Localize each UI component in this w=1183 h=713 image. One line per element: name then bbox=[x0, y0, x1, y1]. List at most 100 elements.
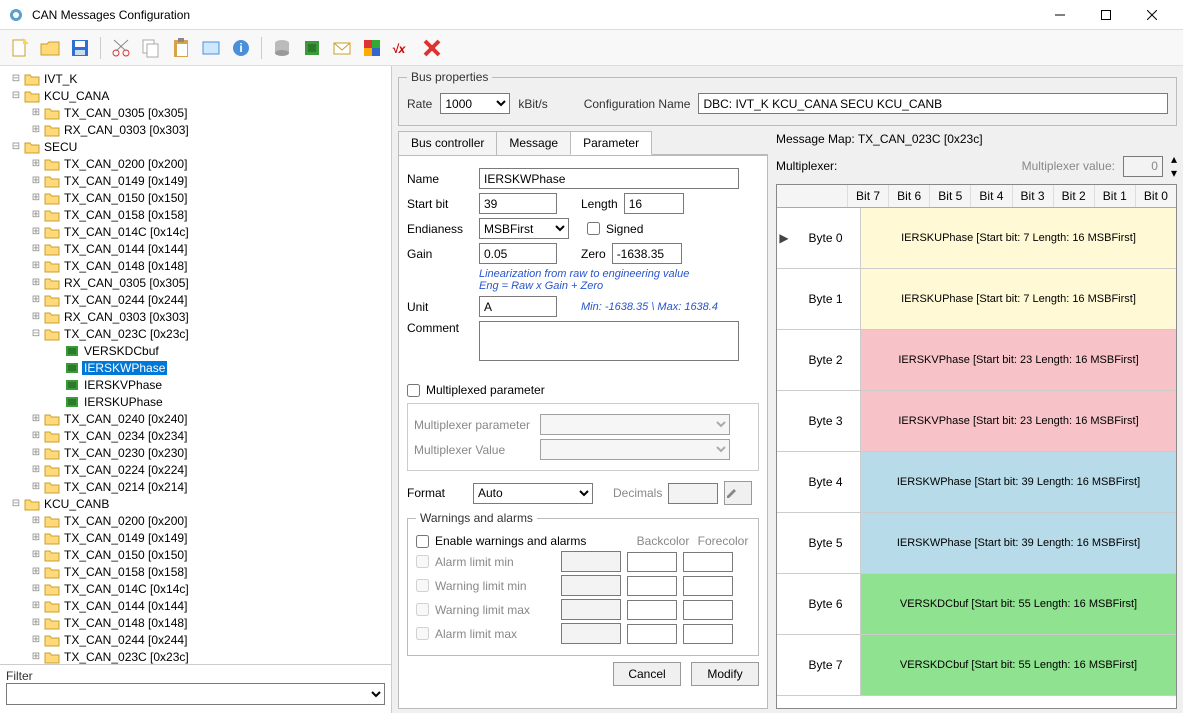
tree-item[interactable]: ⊟TX_CAN_023C [0x23c] bbox=[2, 325, 389, 342]
expand-icon[interactable]: ⊞ bbox=[28, 447, 44, 458]
byte-data[interactable]: IERSKVPhase [Start bit: 23 Length: 16 MS… bbox=[861, 391, 1176, 451]
tree-item[interactable]: ⊞TX_CAN_0148 [0x148] bbox=[2, 614, 389, 631]
tree-item[interactable]: ⊞TX_CAN_0230 [0x230] bbox=[2, 444, 389, 461]
expand-icon[interactable]: ⊞ bbox=[28, 566, 44, 577]
expand-icon[interactable]: ⊞ bbox=[28, 532, 44, 543]
tree-item[interactable]: ⊞RX_CAN_0305 [0x305] bbox=[2, 274, 389, 291]
expand-icon[interactable]: ⊟ bbox=[8, 73, 24, 84]
tree-item[interactable]: ⊟IVT_K bbox=[2, 70, 389, 87]
expand-icon[interactable]: ⊞ bbox=[28, 311, 44, 322]
minimize-button[interactable] bbox=[1037, 0, 1083, 30]
tree-item[interactable]: ⊞TX_CAN_0244 [0x244] bbox=[2, 291, 389, 308]
delete-button[interactable] bbox=[418, 34, 446, 62]
new-button[interactable] bbox=[6, 34, 34, 62]
tree-item[interactable]: IERSKVPhase bbox=[2, 376, 389, 393]
open-button[interactable] bbox=[36, 34, 64, 62]
zero-input[interactable] bbox=[612, 243, 682, 264]
tree-item[interactable]: ⊞TX_CAN_0240 [0x240] bbox=[2, 410, 389, 427]
byte-data[interactable]: IERSKVPhase [Start bit: 23 Length: 16 MS… bbox=[861, 330, 1176, 390]
expand-icon[interactable]: ⊞ bbox=[28, 260, 44, 271]
expand-icon[interactable]: ⊞ bbox=[28, 158, 44, 169]
tree-item[interactable]: ⊞TX_CAN_0158 [0x158] bbox=[2, 563, 389, 580]
expand-icon[interactable]: ⊞ bbox=[28, 464, 44, 475]
expand-icon[interactable]: ⊞ bbox=[28, 175, 44, 186]
tree-item[interactable]: ⊞TX_CAN_0148 [0x148] bbox=[2, 257, 389, 274]
expand-icon[interactable]: ⊞ bbox=[28, 277, 44, 288]
tab-bus-controller[interactable]: Bus controller bbox=[398, 131, 497, 155]
tree-item[interactable]: ⊟SECU bbox=[2, 138, 389, 155]
tree-item[interactable]: ⊞TX_CAN_0144 [0x144] bbox=[2, 240, 389, 257]
byte-data[interactable]: IERSKWPhase [Start bit: 39 Length: 16 MS… bbox=[861, 452, 1176, 512]
modify-button[interactable]: Modify bbox=[691, 662, 759, 686]
tab-parameter[interactable]: Parameter bbox=[570, 131, 652, 155]
unit-input[interactable] bbox=[479, 296, 557, 317]
comment-textarea[interactable] bbox=[479, 321, 739, 361]
expand-icon[interactable]: ⊞ bbox=[28, 209, 44, 220]
signed-checkbox[interactable] bbox=[587, 222, 600, 235]
tree-item[interactable]: ⊞TX_CAN_023C [0x23c] bbox=[2, 648, 389, 664]
tree-item[interactable]: ⊞TX_CAN_0244 [0x244] bbox=[2, 631, 389, 648]
expand-icon[interactable]: ⊞ bbox=[28, 600, 44, 611]
tree-item[interactable]: ⊞TX_CAN_0200 [0x200] bbox=[2, 512, 389, 529]
tree-item[interactable]: ⊞TX_CAN_0305 [0x305] bbox=[2, 104, 389, 121]
filter-select[interactable] bbox=[6, 683, 385, 705]
rate-select[interactable]: 1000 bbox=[440, 93, 510, 114]
byte-data[interactable]: IERSKUPhase [Start bit: 7 Length: 16 MSB… bbox=[861, 269, 1176, 329]
tree-item[interactable]: ⊞TX_CAN_0149 [0x149] bbox=[2, 172, 389, 189]
expand-icon[interactable]: ⊞ bbox=[28, 226, 44, 237]
tree-item[interactable]: VERSKDCbuf bbox=[2, 342, 389, 359]
name-input[interactable] bbox=[479, 168, 739, 189]
database-button[interactable] bbox=[268, 34, 296, 62]
paste-button[interactable] bbox=[167, 34, 195, 62]
message-tree[interactable]: ⊟IVT_K⊟KCU_CANA⊞TX_CAN_0305 [0x305]⊞RX_C… bbox=[0, 66, 391, 664]
mail-button[interactable] bbox=[328, 34, 356, 62]
expand-icon[interactable]: ⊞ bbox=[28, 481, 44, 492]
expand-icon[interactable]: ⊟ bbox=[8, 141, 24, 152]
expand-icon[interactable]: ⊟ bbox=[8, 498, 24, 509]
length-input[interactable] bbox=[624, 193, 684, 214]
endianess-select[interactable]: MSBFirst bbox=[479, 218, 569, 239]
tree-item[interactable]: ⊞TX_CAN_0158 [0x158] bbox=[2, 206, 389, 223]
format-select[interactable]: Auto bbox=[473, 483, 593, 504]
expand-icon[interactable]: ⊞ bbox=[28, 243, 44, 254]
expand-icon[interactable]: ⊞ bbox=[28, 634, 44, 645]
tree-item[interactable]: IERSKWPhase bbox=[2, 359, 389, 376]
expand-icon[interactable]: ⊞ bbox=[28, 583, 44, 594]
mux-checkbox[interactable] bbox=[407, 384, 420, 397]
tree-item[interactable]: ⊞TX_CAN_0214 [0x214] bbox=[2, 478, 389, 495]
cancel-button[interactable]: Cancel bbox=[613, 662, 681, 686]
byte-data[interactable]: IERSKUPhase [Start bit: 7 Length: 16 MSB… bbox=[861, 208, 1176, 268]
copy-button[interactable] bbox=[137, 34, 165, 62]
config-name-input[interactable] bbox=[698, 93, 1168, 114]
tree-item[interactable]: ⊞RX_CAN_0303 [0x303] bbox=[2, 308, 389, 325]
maximize-button[interactable] bbox=[1083, 0, 1129, 30]
tree-item[interactable]: ⊞TX_CAN_0200 [0x200] bbox=[2, 155, 389, 172]
tree-item[interactable]: ⊞TX_CAN_014C [0x14c] bbox=[2, 223, 389, 240]
tree-item[interactable]: ⊞TX_CAN_0149 [0x149] bbox=[2, 529, 389, 546]
tree-item[interactable]: IERSKUPhase bbox=[2, 393, 389, 410]
expand-icon[interactable]: ⊞ bbox=[28, 107, 44, 118]
byte-data[interactable]: VERSKDCbuf [Start bit: 55 Length: 16 MSB… bbox=[861, 635, 1176, 695]
colors-button[interactable] bbox=[358, 34, 386, 62]
tree-item[interactable]: ⊞TX_CAN_0224 [0x224] bbox=[2, 461, 389, 478]
tree-item[interactable]: ⊞TX_CAN_0150 [0x150] bbox=[2, 189, 389, 206]
close-button[interactable] bbox=[1129, 0, 1175, 30]
expand-icon[interactable]: ⊞ bbox=[28, 549, 44, 560]
expand-icon[interactable]: ⊟ bbox=[8, 90, 24, 101]
info-button[interactable]: i bbox=[227, 34, 255, 62]
chip-button[interactable] bbox=[298, 34, 326, 62]
expand-icon[interactable]: ⊞ bbox=[28, 192, 44, 203]
expand-icon[interactable]: ⊞ bbox=[28, 413, 44, 424]
byte-data[interactable]: VERSKDCbuf [Start bit: 55 Length: 16 MSB… bbox=[861, 574, 1176, 634]
tree-item[interactable]: ⊟KCU_CANB bbox=[2, 495, 389, 512]
gain-input[interactable] bbox=[479, 243, 557, 264]
tree-item[interactable]: ⊞TX_CAN_0150 [0x150] bbox=[2, 546, 389, 563]
tab-message[interactable]: Message bbox=[496, 131, 571, 155]
expand-icon[interactable]: ⊞ bbox=[28, 294, 44, 305]
expand-icon[interactable]: ⊞ bbox=[28, 651, 44, 662]
tree-item[interactable]: ⊞RX_CAN_0303 [0x303] bbox=[2, 121, 389, 138]
tree-item[interactable]: ⊞TX_CAN_014C [0x14c] bbox=[2, 580, 389, 597]
enable-warnings-checkbox[interactable] bbox=[416, 535, 429, 548]
byte-data[interactable]: IERSKWPhase [Start bit: 39 Length: 16 MS… bbox=[861, 513, 1176, 573]
tree-item[interactable]: ⊞TX_CAN_0234 [0x234] bbox=[2, 427, 389, 444]
